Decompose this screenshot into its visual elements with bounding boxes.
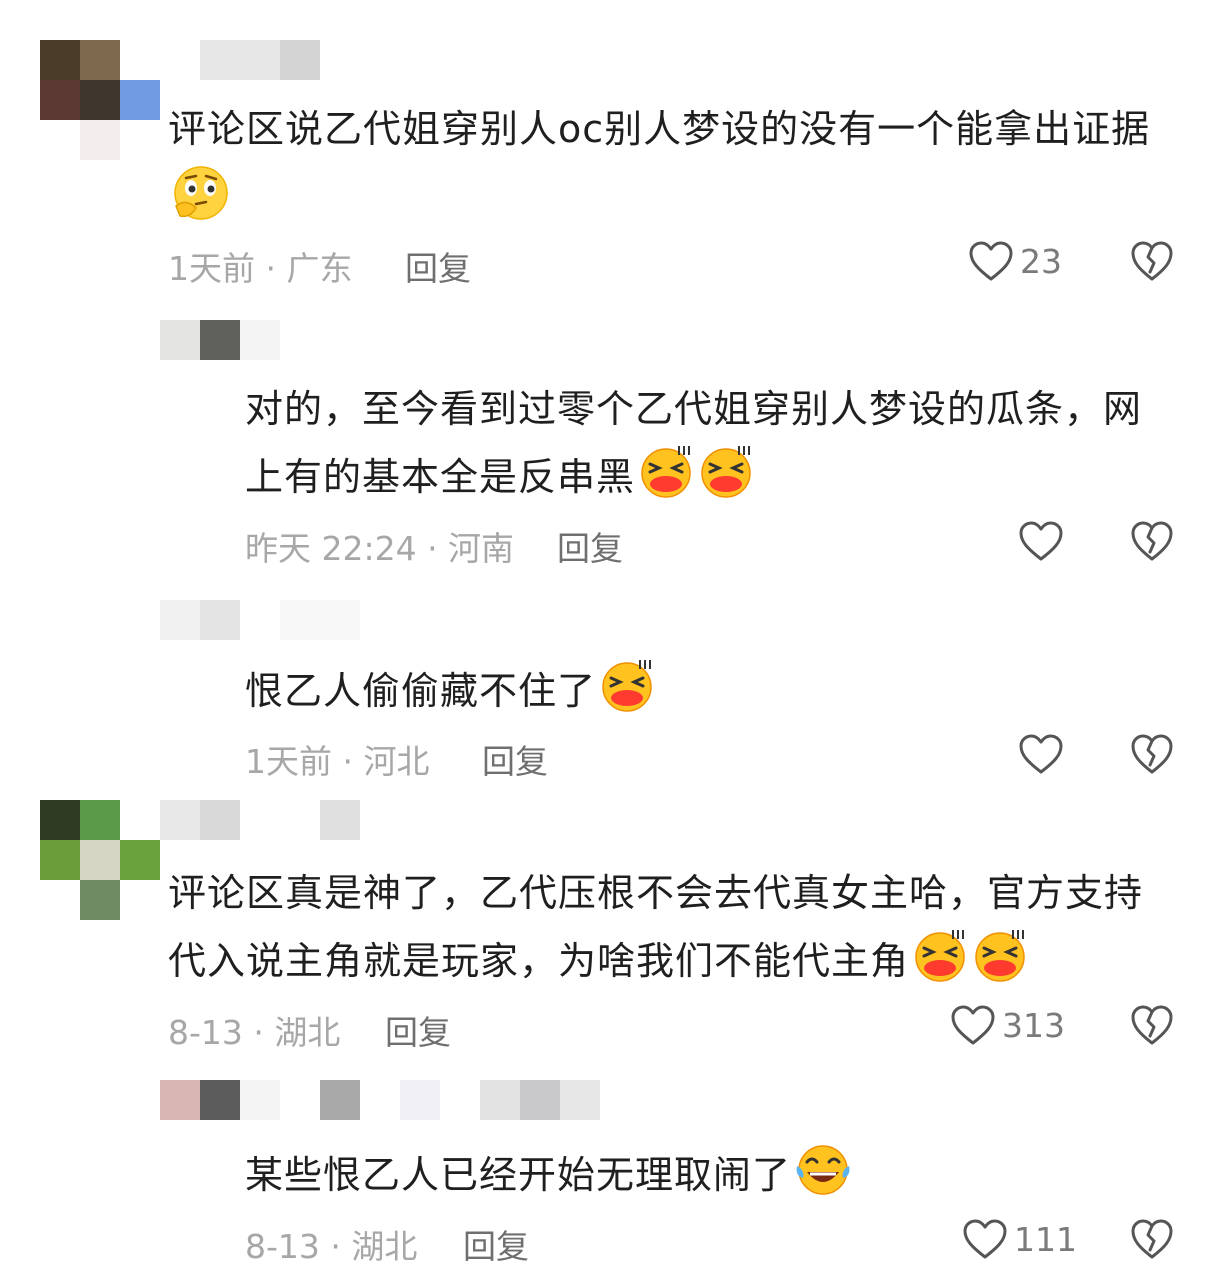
heart-outline-icon [968,240,1014,282]
comment-meta: 8-13 · 湖北 [168,1013,341,1052]
reply-button[interactable]: 回复 [385,1006,451,1054]
like-count: 313 [1002,1005,1065,1045]
avatar[interactable] [40,800,160,920]
comment-text: 评论区说乙代姐穿别人oc别人梦设的没有一个能拿出证据 [168,96,1168,234]
grinning-squint-face-icon [637,442,695,500]
like-count: 111 [1014,1219,1077,1259]
broken-heart-icon [1130,1004,1174,1046]
comment-meta: 1天前 · 广东 [168,249,353,288]
username-redacted[interactable] [160,1080,600,1120]
heart-outline-icon [962,1218,1008,1260]
username-redacted[interactable] [160,320,280,360]
heart-outline-icon [1018,733,1064,775]
dislike-button[interactable] [1130,240,1174,282]
reply-button[interactable]: 回复 [463,1220,529,1268]
comment-meta: 昨天 22:24 · 河南 [245,529,515,568]
dislike-button[interactable] [1130,733,1174,775]
reply-button[interactable]: 回复 [405,242,471,290]
comment-meta: 1天前 · 河北 [245,742,430,781]
comment-text: 评论区真是神了，乙代压根不会去代真女主哈，官方支持代入说主角就是玩家，为啥我们不… [168,871,1144,984]
dislike-button[interactable] [1130,520,1174,562]
heart-outline-icon [1018,520,1064,562]
avatar[interactable] [40,40,160,160]
reply-button[interactable]: 回复 [557,522,623,570]
heart-outline-icon [950,1004,996,1046]
reply-button[interactable]: 回复 [482,735,548,783]
dislike-button[interactable] [1130,1218,1174,1260]
like-button[interactable]: 111 [962,1218,1077,1260]
grinning-squint-face-icon [911,926,969,984]
comment-text: 对的，至今看到过零个乙代姐穿别人梦设的瓜条，网上有的基本全是反串黑 [245,387,1143,500]
like-count: 23 [1020,241,1062,281]
comment-text: 恨乙人偷偷藏不住了 [245,656,1165,724]
like-button[interactable]: 23 [968,240,1062,282]
broken-heart-icon [1130,240,1174,282]
like-button[interactable] [1018,733,1070,775]
username-redacted[interactable] [200,40,320,80]
thinking-face-icon [170,162,232,224]
broken-heart-icon [1130,1218,1174,1260]
grinning-squint-face-icon [697,442,755,500]
grinning-squint-face-icon [971,926,1029,984]
dislike-button[interactable] [1130,1004,1174,1046]
username-redacted[interactable] [160,800,360,840]
comment-meta: 8-13 · 湖北 [245,1227,418,1266]
like-button[interactable]: 313 [950,1004,1065,1046]
username-redacted[interactable] [160,600,360,640]
grinning-squint-face-icon [598,656,656,714]
laughing-tears-face-icon [793,1140,853,1198]
broken-heart-icon [1130,520,1174,562]
like-button[interactable] [1018,520,1070,562]
comment-text: 某些恨乙人已经开始无理取闹了 [245,1140,1165,1208]
broken-heart-icon [1130,733,1174,775]
